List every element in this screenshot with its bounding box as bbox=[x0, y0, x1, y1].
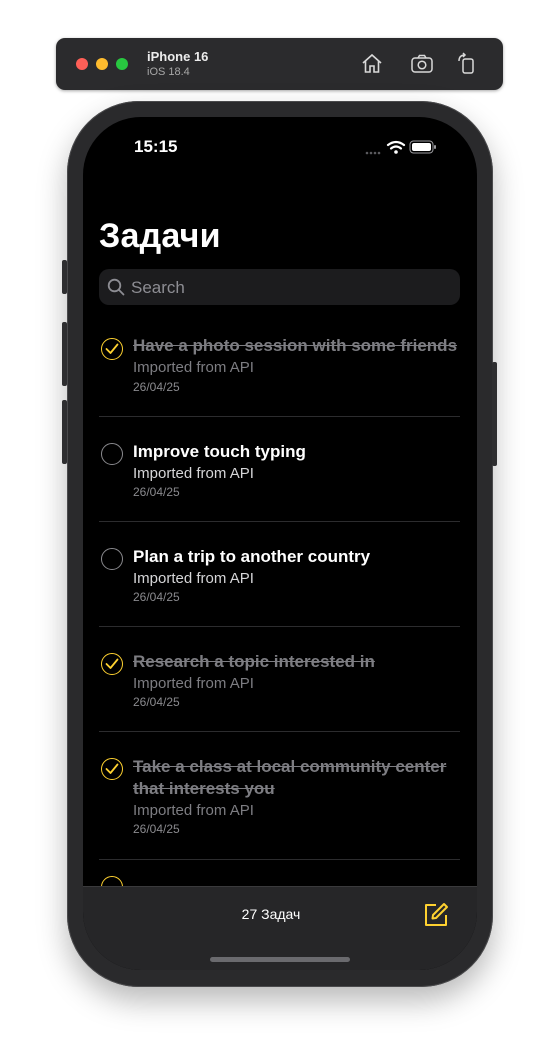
battery-icon bbox=[409, 140, 436, 154]
empty-circle-icon[interactable] bbox=[101, 443, 123, 465]
volume-up-button[interactable] bbox=[62, 322, 67, 386]
bottom-toolbar: 27 Задач bbox=[83, 886, 477, 970]
task-source: Imported from API bbox=[133, 675, 254, 692]
task-source: Imported from API bbox=[133, 802, 254, 819]
task-row[interactable]: Plan a trip to another country Imported … bbox=[99, 522, 460, 627]
home-indicator bbox=[210, 957, 350, 962]
checkmark-circle-icon[interactable] bbox=[101, 653, 123, 675]
zoom-window-button[interactable] bbox=[116, 58, 128, 70]
screenshot-icon[interactable] bbox=[410, 52, 434, 76]
wifi-dot bbox=[394, 150, 398, 154]
compose-icon[interactable] bbox=[422, 901, 450, 929]
checkmark-circle-icon[interactable] bbox=[101, 758, 123, 780]
simulator-os-version: iOS 18.4 bbox=[147, 66, 190, 78]
rotate-icon[interactable] bbox=[455, 52, 479, 76]
cellular-icon bbox=[365, 151, 381, 155]
power-button[interactable] bbox=[492, 362, 497, 466]
phone-screen: 15:15 Задачи Search Have a photo session… bbox=[83, 117, 477, 970]
simulator-device-name: iPhone 16 bbox=[147, 49, 209, 64]
action-button[interactable] bbox=[62, 260, 67, 294]
close-window-button[interactable] bbox=[76, 58, 88, 70]
task-title: Improve touch typing bbox=[133, 442, 306, 461]
task-row[interactable]: Improve touch typing Imported from API 2… bbox=[99, 417, 460, 522]
wifi-icon bbox=[386, 140, 406, 150]
task-list: Have a photo session with some friends I… bbox=[99, 327, 460, 860]
task-title: Plan a trip to another country bbox=[133, 547, 371, 566]
volume-down-button[interactable] bbox=[62, 400, 67, 464]
task-count: 27 Задач bbox=[241, 906, 301, 922]
task-title: Have a photo session with some friends bbox=[133, 336, 458, 355]
task-source: Imported from API bbox=[133, 359, 254, 376]
search-field[interactable]: Search bbox=[99, 269, 460, 305]
task-row[interactable]: Have a photo session with some friends I… bbox=[99, 327, 460, 417]
simulator-toolbar: iPhone 16 iOS 18.4 bbox=[56, 38, 503, 90]
task-date: 26/04/25 bbox=[133, 695, 180, 709]
task-date: 26/04/25 bbox=[133, 485, 180, 499]
search-placeholder: Search bbox=[131, 278, 185, 297]
task-row[interactable]: Research a topic interested in Imported … bbox=[99, 627, 460, 732]
task-title: Take a class at local community center t… bbox=[133, 757, 447, 798]
minimize-window-button[interactable] bbox=[96, 58, 108, 70]
home-icon[interactable] bbox=[360, 52, 384, 76]
task-source: Imported from API bbox=[133, 465, 254, 482]
page-title: Задачи bbox=[99, 217, 221, 255]
task-date: 26/04/25 bbox=[133, 380, 180, 394]
task-source: Imported from API bbox=[133, 570, 254, 587]
status-icons bbox=[365, 140, 436, 155]
task-row[interactable]: Take a class at local community center t… bbox=[99, 732, 460, 860]
checkmark-circle-icon[interactable] bbox=[101, 338, 123, 360]
task-title: Research a topic interested in bbox=[133, 652, 375, 671]
task-date: 26/04/25 bbox=[133, 590, 180, 604]
status-time: 15:15 bbox=[134, 137, 178, 156]
search-icon bbox=[107, 278, 125, 296]
task-date: 26/04/25 bbox=[133, 822, 180, 836]
empty-circle-icon[interactable] bbox=[101, 548, 123, 570]
